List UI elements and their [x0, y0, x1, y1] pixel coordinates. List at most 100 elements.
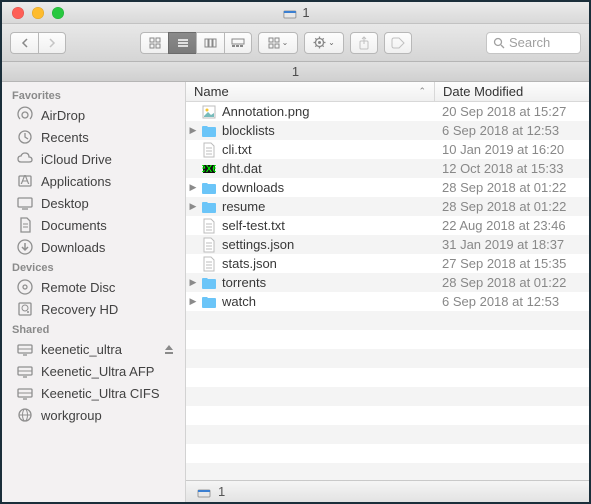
sidebar-item-label: Recovery HD — [41, 302, 118, 317]
file-row[interactable]: ▶ torrents28 Sep 2018 at 01:22 — [186, 273, 589, 292]
share-button[interactable] — [350, 32, 378, 54]
dat-icon: exe — [200, 162, 218, 176]
sidebar-item-keenetic-ultra-afp[interactable]: Keenetic_Ultra AFP — [2, 360, 185, 382]
sidebar-item-label: Documents — [41, 218, 107, 233]
forward-button[interactable] — [38, 32, 66, 54]
tab-bar: 1 — [2, 62, 589, 82]
view-list-button[interactable] — [168, 32, 196, 54]
column-name[interactable]: Name⌃ — [186, 84, 434, 99]
empty-row — [186, 368, 589, 387]
txt-icon — [200, 237, 218, 253]
downloads-icon — [16, 238, 34, 256]
volume-icon — [281, 7, 297, 19]
window-zoom-button[interactable] — [52, 7, 64, 19]
disclosure-triangle-icon[interactable]: ▶ — [186, 296, 200, 307]
sidebar-item-workgroup[interactable]: workgroup — [2, 404, 185, 426]
sidebar-item-desktop[interactable]: Desktop — [2, 192, 185, 214]
file-date: 27 Sep 2018 at 15:35 — [434, 256, 589, 271]
empty-row — [186, 349, 589, 368]
sidebar-item-recents[interactable]: Recents — [2, 126, 185, 148]
sidebar-item-applications[interactable]: A Applications — [2, 170, 185, 192]
sidebar-item-keenetic-ultra-cifs[interactable]: Keenetic_Ultra CIFS — [2, 382, 185, 404]
sidebar-item-label: Applications — [41, 174, 111, 189]
disclosure-triangle-icon[interactable]: ▶ — [186, 277, 200, 288]
sidebar-item-label: Keenetic_Ultra AFP — [41, 364, 154, 379]
tab-current[interactable]: 1 — [292, 64, 299, 79]
sidebar-item-documents[interactable]: Documents — [2, 214, 185, 236]
file-name: watch — [222, 294, 434, 309]
view-icons-button[interactable] — [140, 32, 168, 54]
server-icon — [16, 384, 34, 402]
window-close-button[interactable] — [12, 7, 24, 19]
window-title: 1 — [302, 5, 309, 20]
sidebar-item-label: iCloud Drive — [41, 152, 112, 167]
file-name: dht.dat — [222, 161, 434, 176]
volume-icon — [196, 486, 212, 498]
back-button[interactable] — [10, 32, 38, 54]
file-row[interactable]: exe dht.dat12 Oct 2018 at 15:33 — [186, 159, 589, 178]
disclosure-triangle-icon[interactable]: ▶ — [186, 182, 200, 193]
file-date: 28 Sep 2018 at 01:22 — [434, 275, 589, 290]
sidebar-item-label: Remote Disc — [41, 280, 115, 295]
empty-row — [186, 330, 589, 349]
file-list[interactable]: Annotation.png20 Sep 2018 at 15:27▶block… — [186, 102, 589, 480]
sidebar-section-header: Shared — [2, 320, 185, 338]
window-minimize-button[interactable] — [32, 7, 44, 19]
sidebar-item-remote-disc[interactable]: Remote Disc — [2, 276, 185, 298]
disclosure-triangle-icon[interactable]: ▶ — [186, 125, 200, 136]
file-row[interactable]: Annotation.png20 Sep 2018 at 15:27 — [186, 102, 589, 121]
sidebar-item-airdrop[interactable]: AirDrop — [2, 104, 185, 126]
file-row[interactable]: settings.json31 Jan 2019 at 18:37 — [186, 235, 589, 254]
column-date-modified[interactable]: Date Modified — [434, 82, 589, 101]
file-date: 6 Sep 2018 at 12:53 — [434, 294, 589, 309]
folder-icon — [200, 276, 218, 290]
file-name: stats.json — [222, 256, 434, 271]
txt-icon — [200, 142, 218, 158]
file-row[interactable]: cli.txt10 Jan 2019 at 16:20 — [186, 140, 589, 159]
svg-text:exe: exe — [202, 162, 216, 175]
file-row[interactable]: ▶blocklists6 Sep 2018 at 12:53 — [186, 121, 589, 140]
airdrop-icon — [16, 106, 34, 124]
file-name: settings.json — [222, 237, 434, 252]
sidebar-item-icloud-drive[interactable]: iCloud Drive — [2, 148, 185, 170]
search-input[interactable]: Search — [486, 32, 581, 54]
view-gallery-button[interactable] — [224, 32, 252, 54]
action-button[interactable]: ⌄ — [304, 32, 344, 54]
apps-icon: A — [16, 172, 34, 190]
empty-row — [186, 463, 589, 480]
titlebar: 1 — [2, 2, 589, 24]
sidebar-item-label: AirDrop — [41, 108, 85, 123]
arrange-button[interactable]: ⌄ — [258, 32, 298, 54]
path-bar: 1 — [186, 480, 589, 502]
file-name: resume — [222, 199, 434, 214]
sidebar-item-label: workgroup — [41, 408, 102, 423]
file-name: cli.txt — [222, 142, 434, 157]
hdd-icon — [16, 300, 34, 318]
file-name: Annotation.png — [222, 104, 434, 119]
view-columns-button[interactable] — [196, 32, 224, 54]
file-date: 28 Sep 2018 at 01:22 — [434, 199, 589, 214]
file-row[interactable]: ▶ resume28 Sep 2018 at 01:22 — [186, 197, 589, 216]
file-row[interactable]: ▶downloads28 Sep 2018 at 01:22 — [186, 178, 589, 197]
txt-icon — [200, 218, 218, 234]
file-date: 10 Jan 2019 at 16:20 — [434, 142, 589, 157]
file-date: 31 Jan 2019 at 18:37 — [434, 237, 589, 252]
folder-icon — [200, 181, 218, 195]
eject-icon[interactable] — [163, 343, 175, 355]
sidebar-item-recovery-hd[interactable]: Recovery HD — [2, 298, 185, 320]
path-item[interactable]: 1 — [218, 484, 225, 499]
file-row[interactable]: self-test.txt22 Aug 2018 at 23:46 — [186, 216, 589, 235]
file-name: self-test.txt — [222, 218, 434, 233]
sidebar-section-header: Devices — [2, 258, 185, 276]
disclosure-triangle-icon[interactable]: ▶ — [186, 201, 200, 212]
file-date: 28 Sep 2018 at 01:22 — [434, 180, 589, 195]
file-row[interactable]: stats.json27 Sep 2018 at 15:35 — [186, 254, 589, 273]
tags-button[interactable] — [384, 32, 412, 54]
file-name: torrents — [222, 275, 434, 290]
folder-icon — [200, 124, 218, 138]
file-date: 12 Oct 2018 at 15:33 — [434, 161, 589, 176]
sidebar-item-keenetic-ultra[interactable]: keenetic_ultra — [2, 338, 185, 360]
server-icon — [16, 362, 34, 380]
file-row[interactable]: ▶ watch6 Sep 2018 at 12:53 — [186, 292, 589, 311]
sidebar-item-downloads[interactable]: Downloads — [2, 236, 185, 258]
